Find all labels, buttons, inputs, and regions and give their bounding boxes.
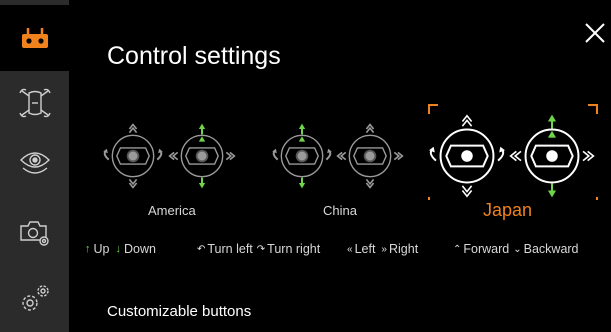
main-panel: Control settings America China Japan ↑ U… — [69, 0, 611, 332]
remote-controller-icon — [21, 28, 48, 48]
sidebar-item-remote-controller[interactable] — [0, 5, 69, 71]
turn-right-icon: ↷ — [256, 243, 266, 255]
backward-arrow-icon: ⌄ — [513, 243, 522, 255]
mode-label-japan: Japan — [483, 200, 533, 220]
right-arrow-icon: » — [381, 243, 387, 255]
up-arrow-icon: ↑ — [85, 243, 91, 255]
legend-turn: ↶ Turn left ↷ Turn right — [197, 242, 320, 256]
down-arrow-icon: ↓ — [115, 243, 121, 255]
camera-settings-icon — [19, 221, 49, 246]
drone-icon — [18, 88, 51, 118]
mode-label-america: America — [148, 203, 196, 218]
sidebar-item-drone[interactable] — [0, 70, 69, 136]
sidebar-item-general-settings[interactable] — [0, 266, 69, 332]
legend-down-label: Down — [123, 242, 156, 256]
legend-right-label: Right — [388, 242, 419, 256]
sidebar-item-camera-settings[interactable] — [0, 200, 69, 266]
turn-left-icon: ↶ — [197, 243, 206, 255]
sidebar-item-vision[interactable] — [0, 130, 69, 196]
legend-turn-right-label: Turn right — [267, 242, 321, 256]
forward-arrow-icon: ⌃ — [453, 243, 462, 255]
app-window: Control settings America China Japan ↑ U… — [0, 0, 611, 332]
vision-icon — [19, 152, 50, 174]
legend-turn-left-label: Turn left — [207, 242, 253, 256]
left-arrow-icon: « — [347, 243, 353, 255]
mode-label-china: China — [323, 203, 357, 218]
sidebar — [0, 0, 69, 332]
legend-forward-backward: ⌃ Forward ⌄ Backward — [453, 242, 579, 256]
legend-left-right: « Left » Right — [347, 242, 418, 256]
legend-up-label: Up — [93, 242, 110, 256]
legend-backward-label: Backward — [523, 242, 579, 256]
general-settings-icon — [21, 285, 49, 311]
legend-left-label: Left — [354, 242, 376, 256]
legend-forward-label: Forward — [463, 242, 510, 256]
legend-up-down: ↑ Up ↓ Down — [85, 242, 156, 256]
customizable-buttons-heading: Customizable buttons — [107, 303, 252, 320]
